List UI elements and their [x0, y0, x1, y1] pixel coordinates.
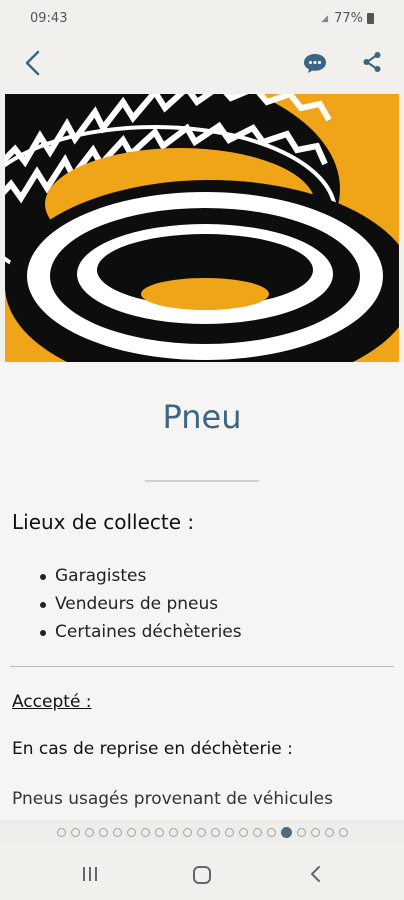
page-dot[interactable]	[98, 827, 108, 837]
list-item: Garagistes	[40, 562, 242, 590]
chat-bubble-icon[interactable]	[302, 50, 328, 76]
list-item: Certaines déchèteries	[40, 618, 242, 646]
collect-heading: Lieux de collecte :	[12, 510, 195, 534]
page-dot[interactable]	[70, 827, 80, 837]
page-indicator	[0, 820, 404, 844]
tire-illustration	[5, 94, 399, 362]
page-dot[interactable]	[140, 827, 150, 837]
recents-icon[interactable]	[80, 864, 100, 888]
list-item: Vendeurs de pneus	[40, 590, 242, 618]
page-dot[interactable]	[56, 827, 66, 837]
back-arrow-icon[interactable]	[18, 48, 48, 78]
share-icon[interactable]	[360, 50, 384, 74]
battery-level: 77%	[334, 11, 363, 26]
hero-image	[5, 94, 399, 362]
page-dot[interactable]	[210, 827, 220, 837]
reprise-heading: En cas de reprise en déchèterie :	[12, 739, 293, 759]
page-dot-active[interactable]	[280, 826, 292, 838]
page-dot[interactable]	[296, 827, 306, 837]
content-panel: Pneu Lieux de collecte : Garagistes Vend…	[0, 362, 404, 820]
collect-list: Garagistes Vendeurs de pneus Certaines d…	[40, 562, 242, 646]
page-dot[interactable]	[252, 827, 262, 837]
reprise-text: Pneus usagés provenant de véhicules	[12, 789, 333, 809]
nav-back-icon[interactable]	[306, 864, 326, 888]
page-dot[interactable]	[238, 827, 248, 837]
section-divider	[10, 666, 394, 667]
status-time: 09:43	[30, 11, 68, 26]
status-bar: 09:43 ◢ 77%	[0, 0, 404, 38]
home-icon[interactable]	[191, 864, 213, 890]
app-bar	[0, 38, 404, 94]
page-dot[interactable]	[126, 827, 136, 837]
page-dot[interactable]	[168, 827, 178, 837]
page-dot[interactable]	[224, 827, 234, 837]
signal-icon: ◢	[321, 13, 329, 24]
system-nav-bar	[0, 850, 404, 900]
page-dot[interactable]	[84, 827, 94, 837]
page-dot[interactable]	[182, 827, 192, 837]
battery-icon	[367, 13, 374, 24]
page-title: Pneu	[162, 398, 242, 436]
page-dot[interactable]	[154, 827, 164, 837]
page-dot[interactable]	[112, 827, 122, 837]
page-dot[interactable]	[196, 827, 206, 837]
accepted-label: Accepté :	[12, 692, 92, 712]
page-dot[interactable]	[338, 827, 348, 837]
status-right: ◢ 77%	[321, 11, 374, 26]
page-dot[interactable]	[324, 827, 334, 837]
page-dot[interactable]	[310, 827, 320, 837]
title-divider	[145, 480, 259, 482]
page-dot[interactable]	[266, 827, 276, 837]
